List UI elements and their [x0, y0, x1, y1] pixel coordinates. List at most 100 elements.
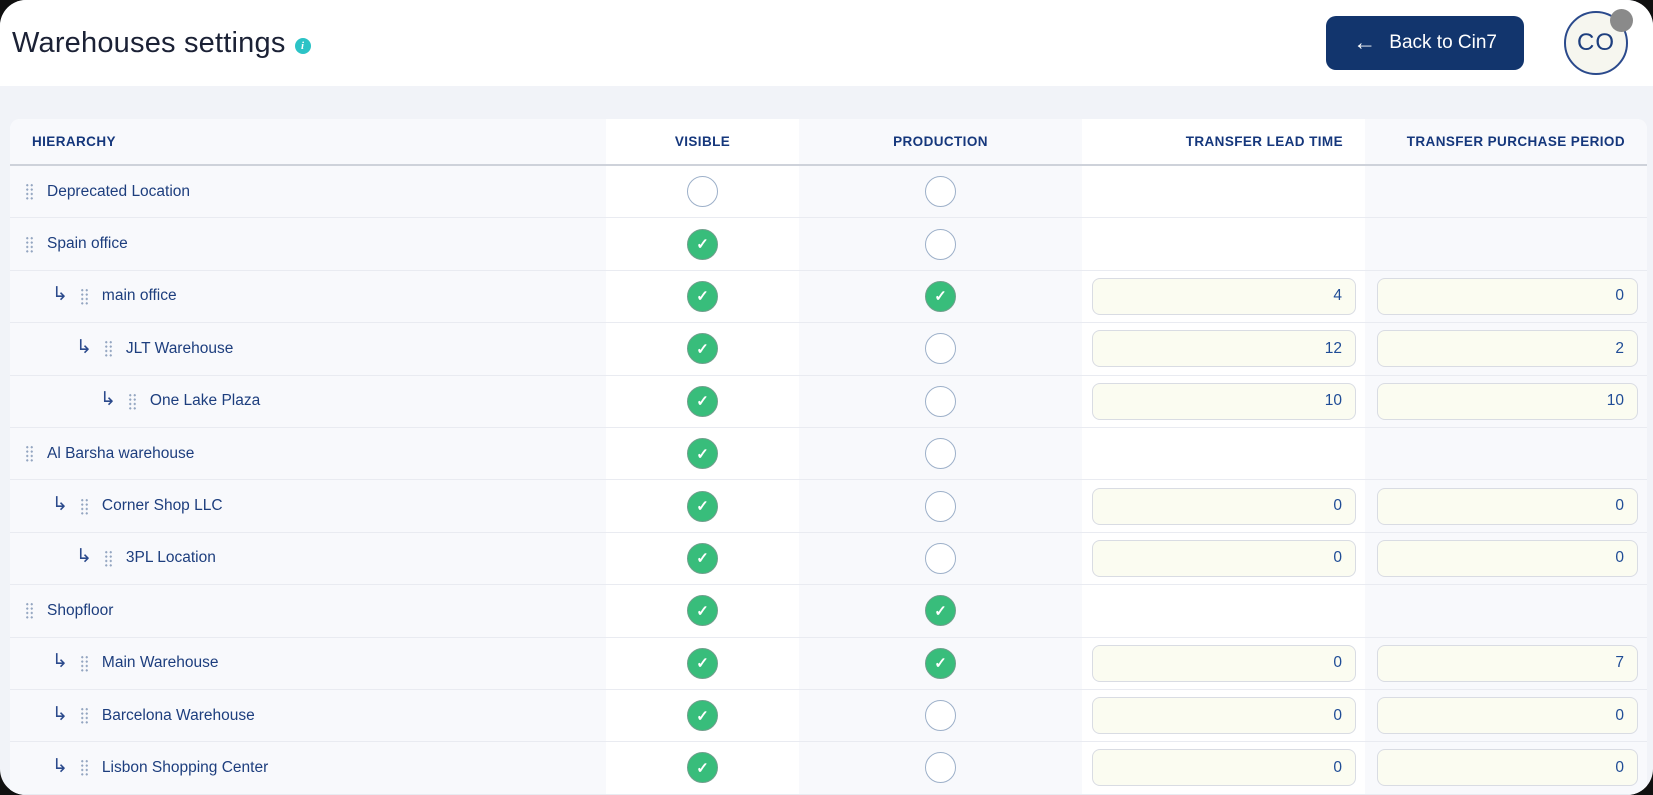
visible-cell: ✓	[606, 427, 799, 480]
drag-handle-icon[interactable]	[103, 549, 113, 567]
visible-cell: ✓	[606, 270, 799, 323]
transfer-lead-time-cell	[1082, 218, 1365, 270]
production-cell: ✓	[799, 585, 1082, 637]
drag-handle-icon[interactable]	[25, 445, 34, 463]
user-avatar[interactable]: CO	[1564, 9, 1633, 75]
visible-toggle[interactable]	[687, 176, 718, 208]
child-branch-arrow-icon: ↳	[76, 336, 92, 358]
table-row: Shopfloor ✓ ✓	[10, 585, 1647, 638]
production-toggle[interactable]	[925, 752, 956, 784]
production-toggle[interactable]: ✓	[925, 647, 956, 679]
transfer-lead-time-input[interactable]	[1092, 277, 1356, 315]
transfer-lead-time-input[interactable]	[1092, 644, 1356, 682]
drag-handle-icon[interactable]	[127, 392, 137, 410]
table-row: ↳ main office ✓ ✓	[10, 270, 1647, 324]
warehouse-name: Shopfloor	[47, 601, 114, 619]
hierarchy-cell: Al Barsha warehouse	[10, 427, 606, 480]
visible-cell: ✓	[606, 637, 799, 689]
visible-toggle[interactable]: ✓	[687, 647, 718, 679]
production-cell	[799, 689, 1082, 742]
transfer-purchase-period-cell	[1365, 585, 1647, 637]
child-branch-arrow-icon: ↳	[52, 284, 68, 306]
production-toggle[interactable]	[925, 228, 956, 260]
column-header-visible: VISIBLE	[606, 119, 799, 164]
hierarchy-cell: ↳ Corner Shop LLC	[10, 480, 606, 532]
warehouse-name: Barcelona Warehouse	[101, 706, 255, 724]
drag-handle-icon[interactable]	[79, 654, 89, 672]
status-dot-icon	[1610, 9, 1633, 32]
info-icon[interactable]: i	[294, 38, 311, 54]
drag-handle-icon[interactable]	[25, 183, 34, 201]
transfer-purchase-period-input[interactable]	[1377, 330, 1638, 368]
drag-handle-icon[interactable]	[79, 287, 89, 305]
warehouse-name: Spain office	[47, 235, 128, 253]
transfer-purchase-period-input[interactable]	[1377, 277, 1638, 315]
hierarchy-cell: ↳ One Lake Plaza	[10, 375, 606, 427]
transfer-lead-time-cell	[1082, 166, 1365, 218]
transfer-purchase-period-input[interactable]	[1377, 749, 1638, 787]
production-toggle[interactable]	[925, 490, 956, 522]
top-bar: Warehouses settings i ← Back to Cin7 CO	[0, 0, 1653, 86]
visible-toggle[interactable]: ✓	[687, 438, 718, 470]
table-row: ↳ Main Warehouse ✓ ✓	[10, 637, 1647, 690]
table-row: ↳ Corner Shop LLC ✓	[10, 480, 1647, 533]
transfer-lead-time-input[interactable]	[1092, 330, 1356, 368]
visible-toggle[interactable]: ✓	[687, 595, 718, 627]
visible-cell	[606, 166, 799, 218]
drag-handle-icon[interactable]	[79, 759, 89, 777]
transfer-purchase-period-input[interactable]	[1377, 539, 1638, 577]
visible-toggle[interactable]: ✓	[687, 385, 718, 417]
hierarchy-cell: Shopfloor	[10, 585, 606, 637]
table-row: ↳ Barcelona Warehouse ✓	[10, 689, 1647, 743]
drag-handle-icon[interactable]	[103, 340, 113, 358]
table-row: ↳ JLT Warehouse ✓	[10, 323, 1647, 376]
visible-toggle[interactable]: ✓	[687, 752, 718, 784]
production-toggle[interactable]	[925, 176, 956, 208]
child-branch-arrow-icon: ↳	[52, 651, 68, 673]
production-toggle[interactable]: ✓	[925, 595, 956, 627]
production-cell	[799, 218, 1082, 270]
production-toggle[interactable]	[925, 333, 956, 365]
visible-cell: ✓	[606, 689, 799, 742]
transfer-lead-time-input[interactable]	[1092, 487, 1356, 525]
visible-toggle[interactable]: ✓	[687, 333, 718, 365]
avatar-initials: CO	[1577, 29, 1615, 56]
back-button-label: Back to Cin7	[1389, 32, 1497, 53]
transfer-lead-time-input[interactable]	[1092, 539, 1356, 577]
visible-toggle[interactable]: ✓	[687, 228, 718, 260]
warehouse-name: main office	[101, 287, 177, 305]
drag-handle-icon[interactable]	[25, 602, 34, 620]
transfer-purchase-period-input[interactable]	[1377, 644, 1638, 682]
transfer-purchase-period-input[interactable]	[1377, 382, 1638, 420]
warehouse-name: JLT Warehouse	[125, 339, 234, 357]
visible-toggle[interactable]: ✓	[687, 700, 718, 732]
transfer-lead-time-input[interactable]	[1092, 697, 1356, 735]
production-toggle[interactable]	[925, 385, 956, 417]
transfer-purchase-period-input[interactable]	[1377, 697, 1638, 735]
production-cell	[799, 427, 1082, 480]
visible-toggle[interactable]: ✓	[687, 280, 718, 312]
transfer-purchase-period-input[interactable]	[1377, 487, 1638, 525]
table-row: Al Barsha warehouse ✓	[10, 427, 1647, 481]
warehouse-name: Lisbon Shopping Center	[101, 758, 269, 776]
table-row: ↳ 3PL Location ✓	[10, 532, 1647, 586]
transfer-lead-time-input[interactable]	[1092, 382, 1356, 420]
drag-handle-icon[interactable]	[79, 707, 89, 725]
visible-toggle[interactable]: ✓	[687, 490, 718, 522]
table-row: Spain office ✓	[10, 218, 1647, 271]
production-toggle[interactable]	[925, 700, 956, 732]
production-toggle[interactable]	[925, 542, 956, 574]
visible-toggle[interactable]: ✓	[687, 542, 718, 574]
production-cell	[799, 532, 1082, 585]
visible-cell: ✓	[606, 480, 799, 532]
hierarchy-cell: ↳ main office	[10, 270, 606, 323]
transfer-lead-time-cell	[1082, 375, 1365, 427]
transfer-purchase-period-cell	[1365, 532, 1647, 585]
production-toggle[interactable]	[925, 438, 956, 470]
transfer-purchase-period-cell	[1365, 270, 1647, 323]
transfer-lead-time-input[interactable]	[1092, 749, 1356, 787]
production-toggle[interactable]: ✓	[925, 280, 956, 312]
drag-handle-icon[interactable]	[79, 497, 89, 515]
back-to-cin7-button[interactable]: ← Back to Cin7	[1326, 16, 1524, 70]
drag-handle-icon[interactable]	[25, 235, 34, 253]
